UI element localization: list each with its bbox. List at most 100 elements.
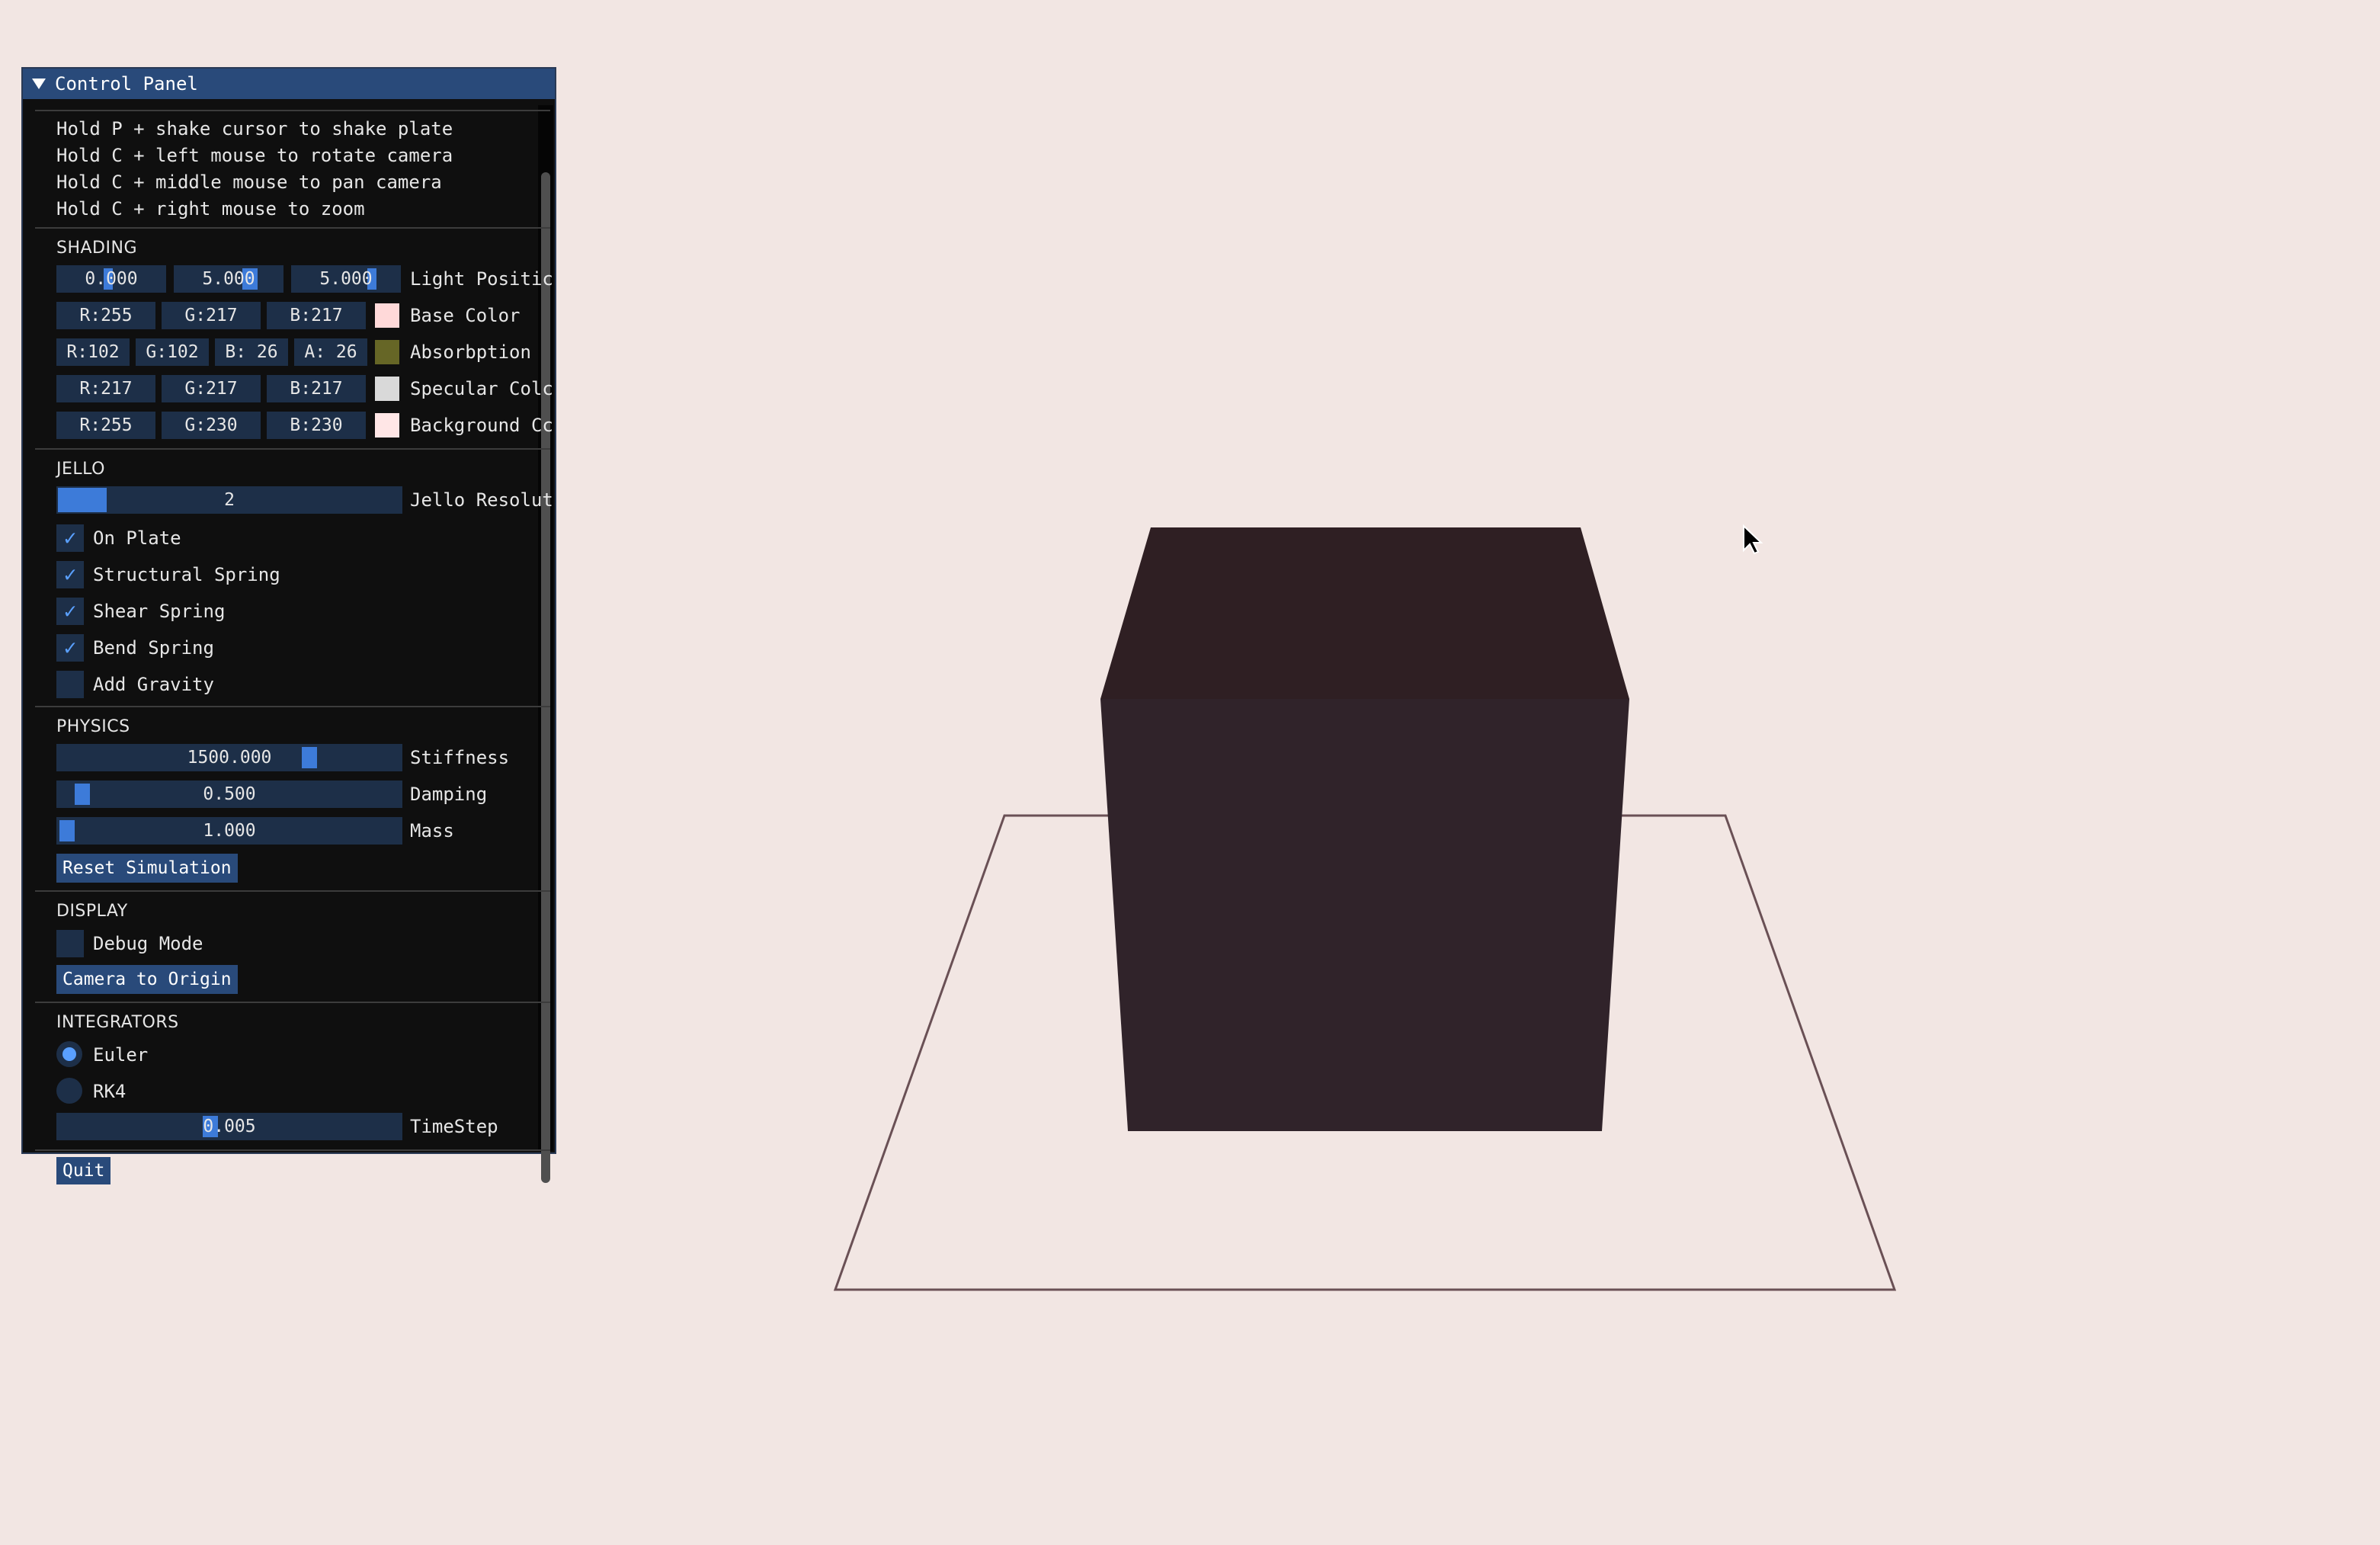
collapse-triangle-icon[interactable] [32,79,46,89]
separator [35,706,550,707]
jello-resolution-label: Jello Resolut [410,489,553,511]
help-text-line: Hold C + middle mouse to pan camera [56,171,442,193]
shear-spring-label: Shear Spring [93,601,226,622]
debug-mode-checkbox[interactable] [56,930,84,957]
base-color-label: Base Color [410,305,521,326]
stiffness-label: Stiffness [410,747,510,768]
rk4-radio-row[interactable]: RK4 [35,1072,544,1108]
debug-mode-label: Debug Mode [93,933,203,954]
mass-row: 1.000 Mass [35,813,544,849]
section-heading-jello: JELLO [56,460,105,479]
timestep-row: 0.005 TimeStep [35,1108,544,1145]
rk4-label: RK4 [93,1081,127,1102]
radio-selected-dot [62,1047,76,1061]
mass-slider[interactable]: 1.000 [56,817,402,845]
separator [35,227,550,229]
structural-spring-label: Structural Spring [93,564,280,585]
absorbption-swatch[interactable] [375,340,399,364]
quit-row: Quit [35,1156,544,1192]
absorbption-row: R:102 G:102 B: 26 A: 26 Absorbption [35,334,544,370]
help-text-line: Hold P + shake cursor to shake plate [56,118,453,139]
separator [35,1002,550,1003]
stiffness-slider[interactable]: 1500.000 [56,744,402,771]
debug-mode-checkbox-row[interactable]: Debug Mode [35,924,544,960]
section-heading-physics: PHYSICS [56,717,130,736]
mass-label: Mass [410,820,454,841]
jello-resolution-slider[interactable]: 2 [56,486,402,514]
background-color-b-input[interactable]: B:230 [267,412,366,439]
section-heading-integrators: INTEGRATORS [56,1013,179,1032]
control-panel-content: Hold P + shake cursor to shake plate Hol… [35,105,553,1192]
section-heading-shading: SHADING [56,239,137,258]
background-color-row: R:255 G:230 B:230 Background Cc [35,407,553,444]
help-text-line: Hold C + right mouse to zoom [56,198,365,220]
jello-cube-front [1100,699,1629,1131]
base-color-swatch[interactable] [375,303,399,328]
bend-spring-checkbox-row[interactable]: ✓ Bend Spring [35,628,544,665]
absorbption-g-input[interactable]: G:102 [136,338,209,366]
base-color-g-input[interactable]: G:217 [162,302,261,329]
background-color-r-input[interactable]: R:255 [56,412,155,439]
absorbption-r-input[interactable]: R:102 [56,338,130,366]
structural-spring-checkbox[interactable]: ✓ [56,561,84,588]
jello-cube[interactable] [1100,527,1629,1131]
light-position-z-input[interactable]: 5.000 [291,265,401,293]
background-color-label: Background Cc [410,415,553,436]
separator [35,890,550,892]
specular-color-r-input[interactable]: R:217 [56,375,155,402]
bend-spring-label: Bend Spring [93,637,214,659]
absorbption-a-input[interactable]: A: 26 [294,338,367,366]
control-panel-title: Control Panel [55,73,198,95]
light-position-x-input[interactable]: 0.000 [56,265,166,293]
light-position-label: Light Positic [410,268,553,290]
on-plate-label: On Plate [93,527,181,549]
separator [35,1149,550,1151]
damping-row: 0.500 Damping [35,776,544,813]
light-position-y-input[interactable]: 5.000 [174,265,283,293]
specular-color-swatch[interactable] [375,377,399,401]
stiffness-row: 1500.000 Stiffness [35,739,544,776]
light-position-row: 0.000 5.000 5.000 Light Positic [35,261,553,297]
jello-cube-top [1100,527,1629,699]
background-color-g-input[interactable]: G:230 [162,412,261,439]
specular-color-b-input[interactable]: B:217 [267,375,366,402]
base-color-row: R:255 G:217 B:217 Base Color [35,297,544,334]
structural-spring-checkbox-row[interactable]: ✓ Structural Spring [35,555,544,591]
base-color-r-input[interactable]: R:255 [56,302,155,329]
timestep-label: TimeStep [410,1116,498,1137]
separator [35,110,550,111]
euler-radio-row[interactable]: Euler [35,1035,544,1072]
shear-spring-checkbox-row[interactable]: ✓ Shear Spring [35,591,544,628]
bend-spring-checkbox[interactable]: ✓ [56,634,84,662]
absorbption-b-input[interactable]: B: 26 [215,338,288,366]
add-gravity-label: Add Gravity [93,674,214,695]
shear-spring-checkbox[interactable]: ✓ [56,598,84,625]
background-color-swatch[interactable] [375,413,399,438]
damping-slider[interactable]: 0.500 [56,781,402,808]
timestep-slider[interactable]: 0.005 [56,1113,402,1140]
specular-color-label: Specular Colc [410,378,553,399]
euler-radio[interactable] [56,1041,82,1067]
reset-simulation-button[interactable]: Reset Simulation [56,854,238,883]
specular-color-g-input[interactable]: G:217 [162,375,261,402]
specular-color-row: R:217 G:217 B:217 Specular Colc [35,370,553,407]
on-plate-checkbox-row[interactable]: ✓ On Plate [35,518,544,555]
add-gravity-checkbox[interactable] [56,671,84,698]
camera-row: Camera to Origin [35,960,544,997]
reset-row: Reset Simulation [35,849,544,886]
rk4-radio[interactable] [56,1078,82,1104]
control-panel-window[interactable]: Control Panel Hold P + shake cursor to s… [21,67,556,1184]
on-plate-checkbox[interactable]: ✓ [56,524,84,552]
add-gravity-checkbox-row[interactable]: Add Gravity [35,665,544,701]
quit-button[interactable]: Quit [56,1157,111,1184]
euler-label: Euler [93,1044,149,1066]
help-text-line: Hold C + left mouse to rotate camera [56,145,453,166]
section-heading-display: DISPLAY [56,902,128,921]
jello-resolution-row: 2 Jello Resolut [35,482,553,518]
camera-to-origin-button[interactable]: Camera to Origin [56,965,238,994]
control-panel-titlebar[interactable]: Control Panel [23,69,555,99]
base-color-b-input[interactable]: B:217 [267,302,366,329]
absorbption-label: Absorbption [410,341,531,363]
damping-label: Damping [410,784,488,805]
separator [35,448,550,450]
